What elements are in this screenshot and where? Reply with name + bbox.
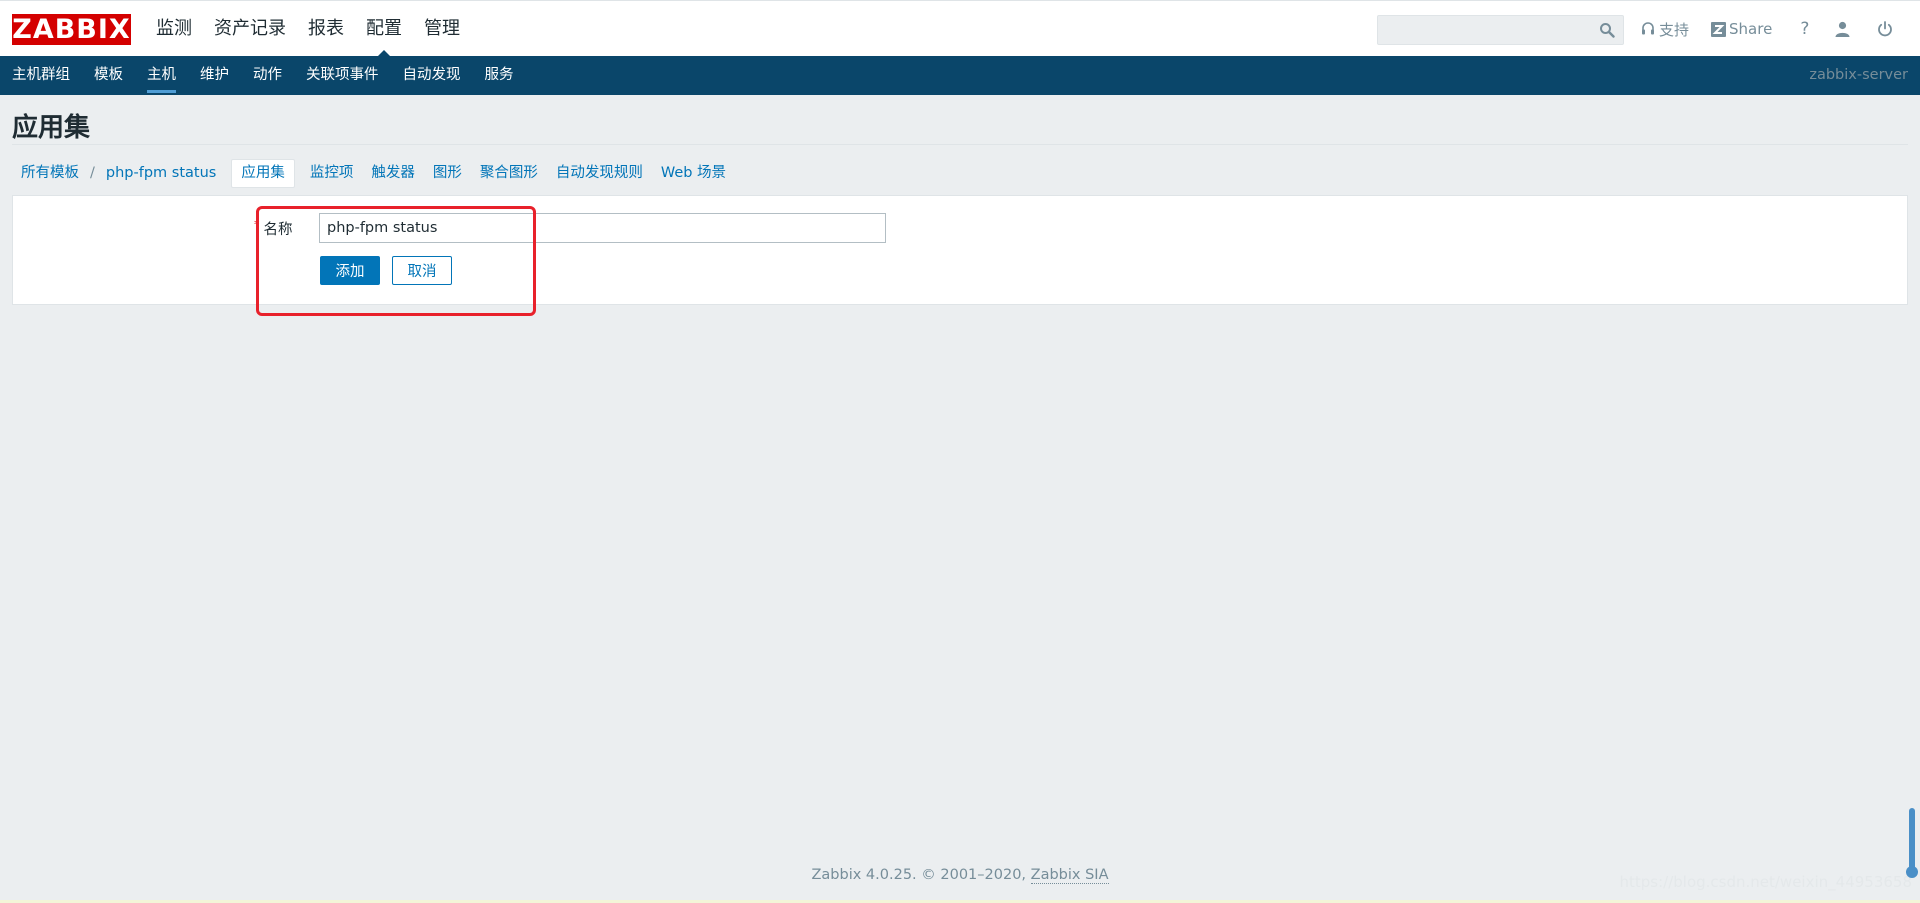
tab-triggers[interactable]: 触发器 <box>362 160 424 187</box>
top-menu-inventory[interactable]: 资产记录 <box>203 1 297 57</box>
sub-menu-actions[interactable]: 动作 <box>241 56 294 95</box>
breadcrumb-all-templates[interactable]: 所有模板 <box>12 160 88 187</box>
share-z-icon <box>1711 21 1727 37</box>
top-menu: 监测 资产记录 报表 配置 管理 <box>145 1 471 57</box>
name-label: * 名称 <box>254 218 293 239</box>
sub-menu-hosts[interactable]: 主机 <box>135 56 188 95</box>
sub-navigation: 主机群组 模板 主机 维护 动作 关联项事件 自动发现 服务 zabbix-se… <box>0 56 1920 95</box>
zabbix-logo[interactable]: ZABBIX <box>12 14 131 45</box>
required-mark: * <box>254 218 260 231</box>
top-header: ZABBIX 监测 资产记录 报表 配置 管理 支持 Share ? <box>0 0 1920 57</box>
power-icon <box>1878 21 1893 37</box>
headset-icon <box>1642 22 1654 35</box>
top-menu-administration[interactable]: 管理 <box>413 1 471 57</box>
tab-screens[interactable]: 聚合图形 <box>471 160 547 187</box>
user-profile-icon[interactable] <box>1835 21 1853 37</box>
footer-copyright: Zabbix 4.0.25. © 2001–2020, <box>811 867 1027 883</box>
breadcrumb-separator: / <box>90 165 95 181</box>
tab-discovery-rules[interactable]: 自动发现规则 <box>547 160 652 187</box>
page-title: 应用集 <box>12 113 91 143</box>
sub-menu-host-groups[interactable]: 主机群组 <box>0 56 82 95</box>
top-menu-configuration[interactable]: 配置 <box>355 1 413 57</box>
title-divider <box>12 144 1908 145</box>
add-button[interactable]: 添加 <box>320 256 380 285</box>
share-label: Share <box>1729 20 1773 38</box>
application-name-input[interactable] <box>319 213 886 243</box>
sub-menu-services[interactable]: 服务 <box>473 56 526 95</box>
top-links: 支持 Share ? <box>1640 1 1918 57</box>
user-icon <box>1835 21 1850 37</box>
breadcrumb: 所有模板 / php-fpm status 应用集 监控项 触发器 图形 聚合图… <box>12 159 735 188</box>
tab-web-scenarios[interactable]: Web 场景 <box>652 160 735 187</box>
search-icon[interactable] <box>1599 22 1615 38</box>
tab-applications[interactable]: 应用集 <box>231 159 295 188</box>
name-label-text: 名称 <box>263 222 293 238</box>
footer-zabbix-sia-link[interactable]: Zabbix SIA <box>1030 867 1109 884</box>
help-icon[interactable]: ? <box>1800 19 1809 39</box>
sub-menu-templates[interactable]: 模板 <box>82 56 135 95</box>
support-label: 支持 <box>1659 20 1690 39</box>
tab-items[interactable]: 监控项 <box>301 160 363 187</box>
cancel-button[interactable]: 取消 <box>392 256 452 285</box>
scroll-indicator[interactable] <box>1906 808 1918 878</box>
sign-out-icon[interactable] <box>1877 21 1896 37</box>
search-input[interactable] <box>1377 15 1624 45</box>
top-menu-monitoring[interactable]: 监测 <box>145 1 203 57</box>
watermark: https://blog.csdn.net/weixin_44953658 <box>1619 873 1912 891</box>
top-menu-reports[interactable]: 报表 <box>297 1 355 57</box>
tab-graphs[interactable]: 图形 <box>424 160 471 187</box>
share-link[interactable]: Share <box>1711 20 1772 38</box>
support-link[interactable]: 支持 <box>1640 19 1689 40</box>
sub-menu-maintenance[interactable]: 维护 <box>188 56 241 95</box>
application-form <box>12 195 1908 305</box>
sub-menu-event-correlation[interactable]: 关联项事件 <box>294 56 391 95</box>
server-name: zabbix-server <box>1809 67 1908 83</box>
breadcrumb-template-php-fpm[interactable]: php-fpm status <box>97 160 225 187</box>
sub-menu-discovery[interactable]: 自动发现 <box>391 56 473 95</box>
